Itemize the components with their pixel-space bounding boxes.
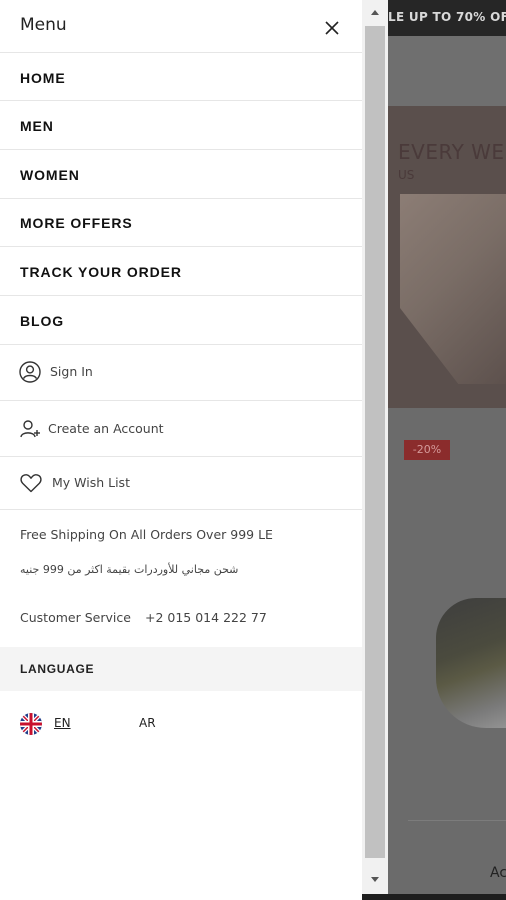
language-heading: LANGUAGE — [20, 662, 95, 676]
discount-badge: -20% — [404, 440, 450, 460]
divider — [408, 820, 506, 821]
user-icon — [19, 361, 41, 383]
nav-item-label: MORE OFFERS — [20, 215, 133, 231]
sign-in-link[interactable]: Sign In — [0, 345, 362, 401]
language-option-en[interactable]: EN — [54, 716, 71, 730]
create-account-label: Create an Account — [48, 421, 164, 436]
free-shipping-text-arabic: شحن مجاني للأوردرات بقيمة اكثر من 999 جن… — [20, 563, 239, 576]
customer-service-number[interactable]: +2 015 014 222 77 — [145, 610, 267, 625]
free-shipping-text: Free Shipping On All Orders Over 999 LE — [20, 527, 273, 542]
product-image — [436, 598, 506, 728]
scrollbar[interactable] — [362, 0, 388, 894]
hero-title: EVERY WE — [398, 140, 505, 164]
add-user-icon — [20, 420, 40, 438]
nav-item-home[interactable]: HOME — [0, 52, 362, 101]
nav-item-more-offers[interactable]: MORE OFFERS — [0, 198, 362, 247]
arrow-up-icon — [371, 10, 379, 15]
nav-item-blog[interactable]: BLOG — [0, 296, 362, 345]
nav-item-label: BLOG — [20, 313, 65, 329]
sign-in-label: Sign In — [50, 364, 93, 379]
hero-image — [400, 194, 506, 384]
nav-item-men[interactable]: MEN — [0, 101, 362, 150]
hero-banner: EVERY WE US — [388, 106, 506, 408]
menu-title: Menu — [20, 15, 67, 35]
language-option-ar[interactable]: AR — [139, 716, 156, 730]
nav-item-label: WOMEN — [20, 167, 80, 183]
nav-item-label: HOME — [20, 70, 66, 86]
create-account-link[interactable]: Create an Account — [0, 401, 362, 457]
promo-text: LE UP TO 70% OFF — [388, 10, 506, 24]
add-to-cart-label: Ac — [490, 865, 506, 881]
nav-item-track-order[interactable]: TRACK YOUR ORDER — [0, 247, 362, 296]
drawer-header: Menu — [0, 0, 362, 52]
nav-item-label: MEN — [20, 118, 54, 134]
wish-list-label: My Wish List — [52, 475, 130, 490]
close-icon — [325, 21, 339, 35]
hero-subtitle: US — [398, 168, 415, 182]
uk-flag-icon[interactable] — [20, 713, 42, 735]
product-card: -20% Ac — [388, 408, 506, 900]
scrollbar-thumb[interactable] — [365, 26, 385, 858]
close-button[interactable] — [318, 14, 346, 42]
customer-service-label: Customer Service — [20, 610, 131, 625]
scroll-up-button[interactable] — [362, 0, 388, 24]
menu-drawer: Menu HOME MEN WOMEN MORE OFFERS TRACK YO… — [0, 0, 362, 900]
language-section: LANGUAGE — [0, 647, 362, 691]
arrow-down-icon — [371, 877, 379, 882]
nav-item-women[interactable]: WOMEN — [0, 150, 362, 199]
nav-item-label: TRACK YOUR ORDER — [20, 264, 182, 280]
scroll-down-button[interactable] — [362, 868, 388, 892]
heart-icon — [20, 474, 42, 493]
wish-list-link[interactable]: My Wish List — [0, 457, 362, 510]
